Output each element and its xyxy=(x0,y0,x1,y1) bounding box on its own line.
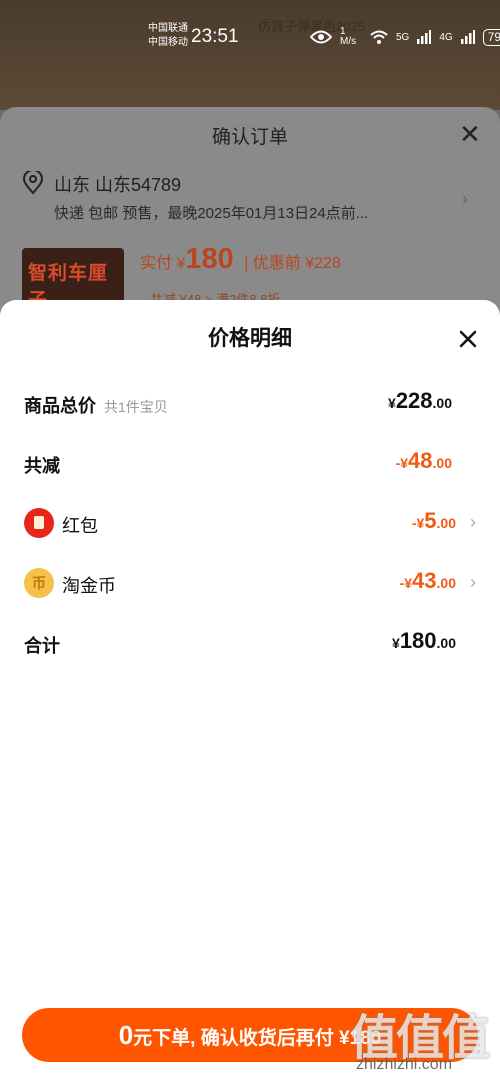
row-total-discount: 共减 -¥48.00 xyxy=(24,448,476,478)
row-total-goods: 商品总价 共1件宝贝 ¥228.00 xyxy=(24,388,476,418)
close-icon[interactable] xyxy=(453,324,483,354)
status-icons: 1 M/s 5G 4G 79 xyxy=(310,27,500,47)
red-packet-icon xyxy=(24,508,54,538)
product-image[interactable]: 智利车厘子 xyxy=(22,248,124,308)
signal-icon-2 xyxy=(460,30,475,44)
hongbao-amount: -¥5.00 xyxy=(411,508,456,533)
price-detail-sheet: 价格明细 商品总价 共1件宝贝 ¥228.00 共减 -¥48.00 红包 -¥5… xyxy=(0,300,500,1083)
eye-icon xyxy=(310,30,332,44)
carrier-2: 中国移动 xyxy=(148,37,188,48)
watermark-url: zhizhizhi.com xyxy=(356,1056,453,1073)
pay-amount: 180 xyxy=(185,243,234,275)
watermark: 值值值 zhizhizhi.com xyxy=(342,996,492,1082)
location-pin-icon xyxy=(22,171,44,195)
row-label: 淘金币 xyxy=(62,576,116,596)
row-label: 商品总价 共1件宝贝 xyxy=(24,396,168,416)
order-close-icon[interactable]: ✕ xyxy=(459,119,481,150)
order-sheet-title: 确认订单 xyxy=(211,127,288,148)
total-discount-amount: -¥48.00 xyxy=(395,448,452,473)
carrier-info: 中国联通 中国移动 xyxy=(148,22,188,50)
coin-icon: 币 xyxy=(24,568,54,598)
taojinbi-amount: -¥43.00 xyxy=(399,568,456,593)
chevron-right-icon: › xyxy=(470,512,476,532)
battery-icon: 79 xyxy=(482,28,500,46)
delivery-info: 快递 包邮 预售，最晚2025年01月13日24点前... xyxy=(54,205,369,222)
clock: 23:51 xyxy=(191,26,239,47)
network-5g: 5G xyxy=(396,31,410,43)
address-name: 山东 山东54789 xyxy=(54,175,182,195)
row-label: 红包 xyxy=(62,516,98,536)
chevron-right-icon: › xyxy=(470,572,476,592)
pay-summary: 实付 ¥180 | 优惠前 ¥228 xyxy=(140,243,341,275)
wifi-icon xyxy=(370,30,388,44)
row-label: 合计 xyxy=(24,636,60,656)
row-label: 共减 xyxy=(24,456,60,476)
price-detail-title: 价格明细 xyxy=(208,327,292,350)
row-taojinbi[interactable]: 币 淘金币 -¥43.00 › xyxy=(24,568,476,598)
net-speed: 1 M/s xyxy=(340,26,357,47)
signal-icon xyxy=(417,30,432,44)
chevron-right-icon: › xyxy=(462,189,468,209)
item-count: 共1件宝贝 xyxy=(104,399,168,415)
row-grand-total: 合计 ¥180.00 xyxy=(24,628,476,658)
status-bar: 中国联通 中国移动 23:51 1 M/s 5G 4G 79 xyxy=(0,0,500,72)
network-4g: 4G xyxy=(439,31,453,43)
grand-total-amount: ¥180.00 xyxy=(392,628,456,653)
carrier-1: 中国联通 xyxy=(148,23,188,34)
row-hongbao[interactable]: 红包 -¥5.00 › xyxy=(24,508,476,538)
original-price: | 优惠前 ¥228 xyxy=(244,255,341,272)
total-goods-amount: ¥228.00 xyxy=(388,388,452,413)
